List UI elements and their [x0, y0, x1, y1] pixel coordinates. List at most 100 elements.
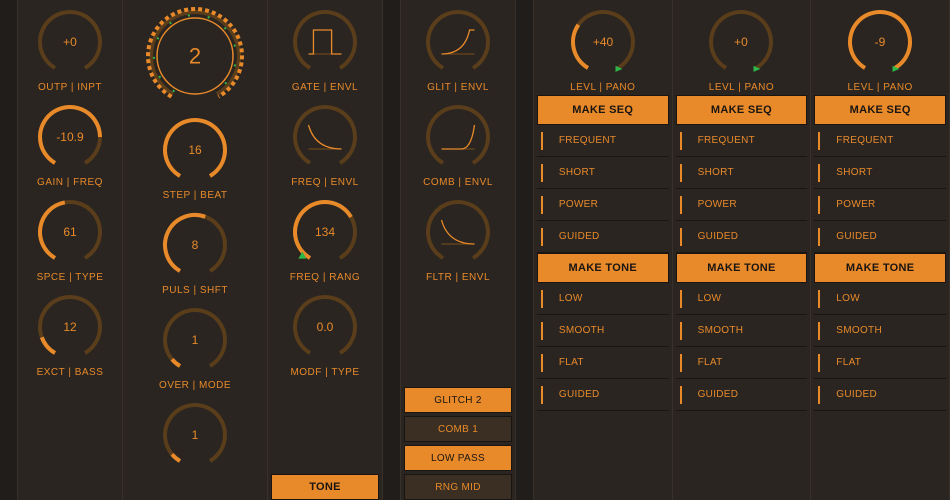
svg-text:1: 1 [192, 428, 199, 442]
list-item-label: GUIDED [559, 389, 600, 400]
svg-text:8: 8 [192, 238, 199, 252]
make-tone-list: MAKE TONE LOW SMOOTH FLAT GUIDED [676, 253, 808, 411]
tone-item-smooth[interactable]: SMOOTH [537, 315, 669, 347]
seq-item-frequent[interactable]: FREQUENT [676, 125, 808, 157]
seq-item-guided[interactable]: GUIDED [537, 221, 669, 253]
rng-button[interactable]: RNG MID [404, 474, 512, 500]
tone-item-guided[interactable]: GUIDED [814, 379, 946, 411]
seq-item-power[interactable]: POWER [814, 189, 946, 221]
column-tone: GATE | ENVL FREQ | ENVL 134 FREQ | RANG … [268, 0, 383, 500]
knob-over-mode[interactable]: 1 [159, 304, 231, 376]
list-item-label: FLAT [836, 357, 861, 368]
glitch-button[interactable]: GLITCH 2 [404, 387, 512, 413]
slider-icon [818, 386, 826, 404]
seq-item-frequent[interactable]: FREQUENT [537, 125, 669, 157]
knob-big-step[interactable]: 2 [145, 6, 245, 106]
slider-icon [541, 164, 549, 182]
knob-label: OVER | MODE [159, 380, 231, 391]
make-seq-header[interactable]: MAKE SEQ [814, 95, 946, 125]
tone-item-flat[interactable]: FLAT [814, 347, 946, 379]
svg-text:134: 134 [315, 225, 335, 239]
tone-item-guided[interactable]: GUIDED [537, 379, 669, 411]
slider-icon [818, 290, 826, 308]
svg-text:+0: +0 [63, 35, 77, 49]
tone-item-flat[interactable]: FLAT [537, 347, 669, 379]
slider-icon [541, 290, 549, 308]
seq-item-guided[interactable]: GUIDED [814, 221, 946, 253]
spacer-col-left [0, 0, 18, 500]
seq-item-power[interactable]: POWER [537, 189, 669, 221]
list-item-label: POWER [698, 199, 737, 210]
list-item-label: LOW [698, 293, 722, 304]
knob-label: OUTP | INPT [38, 82, 102, 93]
knob-label: EXCT | BASS [37, 367, 104, 378]
tone-button[interactable]: TONE [271, 474, 379, 500]
slider-icon [818, 164, 826, 182]
make-tone-header[interactable]: MAKE TONE [814, 253, 946, 283]
knob-label: SPCE | TYPE [37, 272, 104, 283]
svg-text:12: 12 [63, 320, 77, 334]
list-item-label: SHORT [698, 167, 734, 178]
slider-icon [541, 196, 549, 214]
seq-item-short[interactable]: SHORT [814, 157, 946, 189]
knob-freq-rang[interactable]: 134 [289, 196, 361, 268]
list-item-label: POWER [836, 199, 875, 210]
seq-item-frequent[interactable]: FREQUENT [814, 125, 946, 157]
tone-item-smooth[interactable]: SMOOTH [814, 315, 946, 347]
seq-item-short[interactable]: SHORT [676, 157, 808, 189]
voice-column-3: -9 LEVL | PANO MAKE SEQ FREQUENT SHORT P… [811, 0, 950, 500]
lowpass-button[interactable]: LOW PASS [404, 445, 512, 471]
make-seq-header[interactable]: MAKE SEQ [537, 95, 669, 125]
knob-fltr-envl[interactable] [422, 196, 494, 268]
slider-icon [541, 132, 549, 150]
tone-item-low[interactable]: LOW [537, 283, 669, 315]
knob-freq-envl[interactable] [289, 101, 361, 173]
knob-levl-pano-3[interactable]: -9 [844, 6, 916, 78]
knob-levl-pano-1[interactable]: +40 [567, 6, 639, 78]
svg-text:16: 16 [188, 143, 202, 157]
make-tone-header[interactable]: MAKE TONE [676, 253, 808, 283]
list-item-label: FREQUENT [698, 135, 755, 146]
knob-outp-inpt[interactable]: +0 [34, 6, 106, 78]
tone-item-flat[interactable]: FLAT [676, 347, 808, 379]
slider-icon [818, 196, 826, 214]
knob-gate-envl[interactable] [289, 6, 361, 78]
knob-label: GAIN | FREQ [37, 177, 103, 188]
knob-label: GLIT | ENVL [427, 82, 489, 93]
list-item-label: LOW [836, 293, 860, 304]
knob-label: FREQ | ENVL [291, 177, 359, 188]
tone-item-smooth[interactable]: SMOOTH [676, 315, 808, 347]
knob-label: FLTR | ENVL [426, 272, 490, 283]
knob-puls-shft[interactable]: 8 [159, 209, 231, 281]
tone-item-low[interactable]: LOW [676, 283, 808, 315]
tone-item-low[interactable]: LOW [814, 283, 946, 315]
slider-icon [680, 132, 688, 150]
list-item-label: SMOOTH [836, 325, 882, 336]
knob-label: MODF | TYPE [290, 367, 359, 378]
tone-item-guided[interactable]: GUIDED [676, 379, 808, 411]
slider-icon [680, 228, 688, 246]
make-seq-list: MAKE SEQ FREQUENT SHORT POWER GUIDED [676, 95, 808, 253]
slider-icon [818, 322, 826, 340]
knob-extra[interactable]: 1 [159, 399, 231, 471]
comb-button[interactable]: COMB 1 [404, 416, 512, 442]
knob-label: LEVL | PANO [709, 82, 774, 93]
svg-text:-10.9: -10.9 [56, 130, 84, 144]
make-tone-header[interactable]: MAKE TONE [537, 253, 669, 283]
knob-glit-envl[interactable] [422, 6, 494, 78]
list-item-label: SMOOTH [698, 325, 744, 336]
knob-step-beat[interactable]: 16 [159, 114, 231, 186]
knob-levl-pano-2[interactable]: +0 [705, 6, 777, 78]
voice-column-1: +40 LEVL | PANO MAKE SEQ FREQUENT SHORT … [534, 0, 673, 500]
knob-modf-type[interactable]: 0.0 [289, 291, 361, 363]
list-item-label: LOW [559, 293, 583, 304]
svg-text:-9: -9 [875, 35, 886, 49]
knob-comb-envl[interactable] [422, 101, 494, 173]
knob-spce-type[interactable]: 61 [34, 196, 106, 268]
seq-item-short[interactable]: SHORT [537, 157, 669, 189]
seq-item-guided[interactable]: GUIDED [676, 221, 808, 253]
knob-exct-bass[interactable]: 12 [34, 291, 106, 363]
knob-gain-freq[interactable]: -10.9 [34, 101, 106, 173]
seq-item-power[interactable]: POWER [676, 189, 808, 221]
make-seq-header[interactable]: MAKE SEQ [676, 95, 808, 125]
